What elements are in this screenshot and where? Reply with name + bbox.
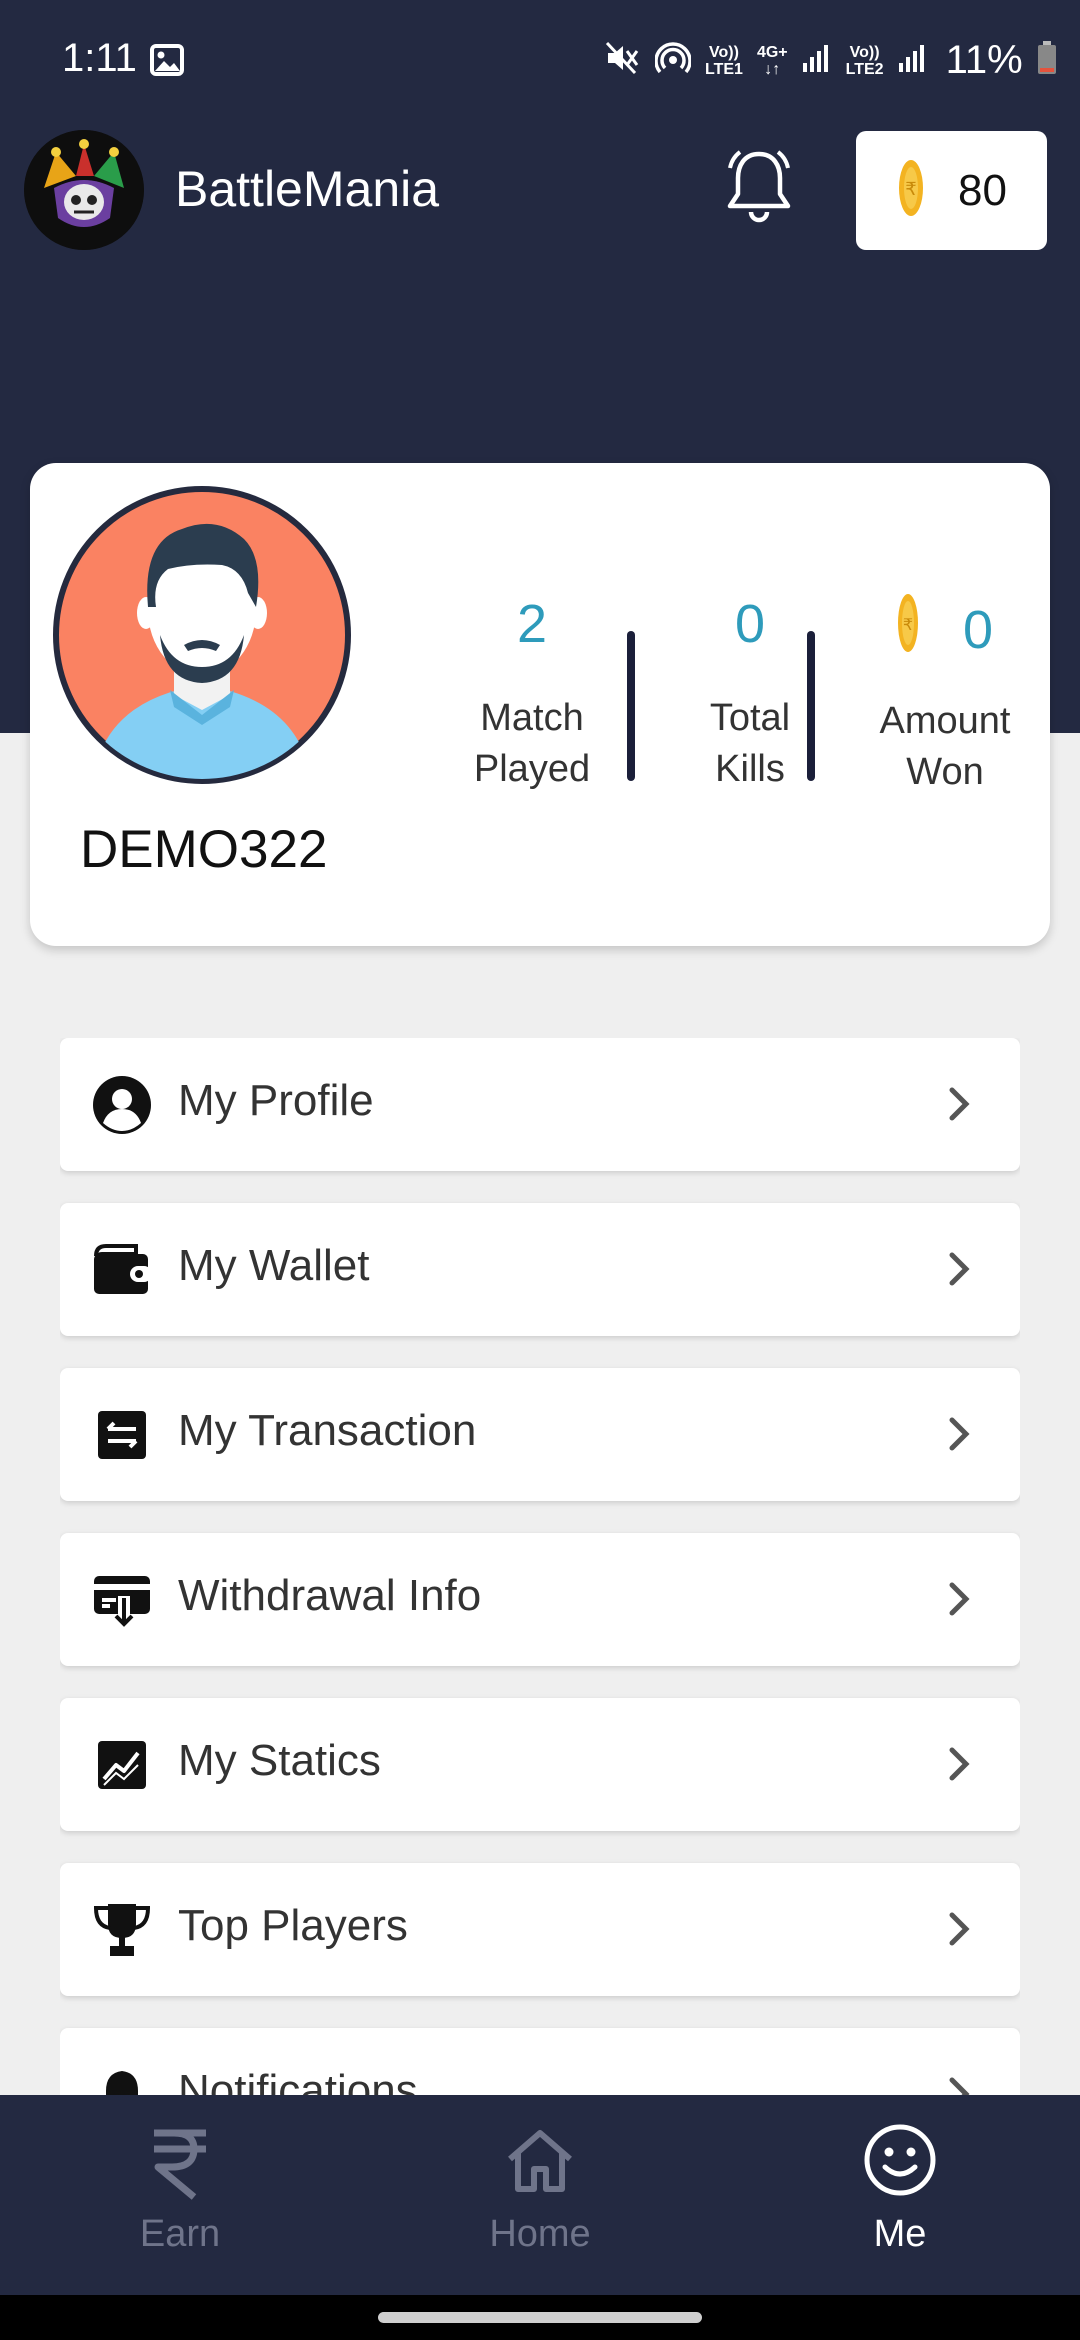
sim1-volte: Vo)) <box>709 43 739 61</box>
nav-label: Earn <box>139 2213 221 2255</box>
stat-value: 0 <box>734 594 766 654</box>
rupee-icon <box>148 2125 212 2206</box>
stat-label: Match Played <box>412 693 652 795</box>
home-icon <box>506 2127 574 2198</box>
menu-item-withdrawal-info[interactable]: Withdrawal Info <box>60 1533 1020 1666</box>
coin-balance[interactable]: ₹ 80 <box>856 131 1047 250</box>
stat-label-line2: Won <box>906 751 984 793</box>
chevron-right-icon <box>944 1084 974 1129</box>
home-gesture-handle[interactable] <box>378 2312 702 2323</box>
menu-item-my-transaction[interactable]: My Transaction <box>60 1368 1020 1501</box>
menu-label: Notifications <box>178 2066 418 2095</box>
sim2-lte: LTE2 <box>845 60 884 78</box>
stat-divider <box>627 631 635 781</box>
sim1-label: Vo)) LTE1 <box>705 44 743 78</box>
app-title: BattleMania <box>175 161 440 217</box>
chevron-right-icon <box>944 1414 974 1459</box>
sim2-volte: Vo)) <box>849 43 880 61</box>
menu-label: My Transaction <box>178 1406 477 1455</box>
chart-icon <box>92 1735 152 1795</box>
signal-icon-2 <box>898 43 928 78</box>
stat-value: 2 <box>516 594 548 654</box>
profile-card: DEMO322 2 Match Played 0 Total Kills ₹ 0… <box>30 463 1050 946</box>
stat-label-line1: Total <box>709 697 791 739</box>
wallet-icon <box>92 1240 152 1300</box>
chevron-right-icon <box>944 1744 974 1789</box>
menu-label: Top Players <box>178 1901 408 1950</box>
user-circle-icon <box>92 1075 152 1135</box>
coin-icon: ₹ <box>898 159 924 222</box>
menu-label: My Statics <box>178 1736 381 1785</box>
menu-item-notifications[interactable]: Notifications <box>60 2028 1020 2095</box>
nav-me[interactable]: Me <box>720 2095 1080 2295</box>
menu-label: Withdrawal Info <box>178 1571 482 1620</box>
withdrawal-icon <box>92 1570 152 1630</box>
stat-value: 0 <box>962 599 994 660</box>
stat-match-played: 2 Match Played <box>412 593 652 795</box>
notification-bell-icon[interactable] <box>722 148 796 233</box>
stat-value-row: ₹ 0 <box>845 593 1045 666</box>
bottom-nav: Earn Home Me <box>0 2095 1080 2295</box>
mute-icon <box>605 41 641 80</box>
stat-label: Amount Won <box>845 696 1045 798</box>
hotspot-icon <box>654 41 692 80</box>
bell-icon <box>92 2065 152 2095</box>
stat-label-line1: Match <box>480 697 584 739</box>
stat-amount-won: ₹ 0 Amount Won <box>845 593 1045 798</box>
menu-label: My Profile <box>178 1076 374 1125</box>
stat-label-line2: Played <box>473 748 591 790</box>
nav-label: Home <box>489 2213 591 2255</box>
menu-label: My Wallet <box>178 1241 370 1290</box>
stat-total-kills: 0 Total Kills <box>650 593 850 795</box>
trophy-icon <box>92 1900 152 1960</box>
stat-divider <box>807 631 815 781</box>
coin-icon: ₹ <box>897 593 919 666</box>
data-arrows-icon: ↓↑ <box>764 60 781 78</box>
signal-icon-1 <box>802 43 832 78</box>
chevron-right-icon <box>944 1249 974 1294</box>
app-logo <box>24 130 144 250</box>
net-type: 4G+ ↓↑ <box>757 44 788 78</box>
nav-label: Me <box>873 2213 927 2255</box>
stat-label-line1: Amount <box>879 700 1011 742</box>
gallery-icon <box>150 44 184 81</box>
smiley-icon <box>863 2123 937 2202</box>
coin-balance-value: 80 <box>958 165 1007 215</box>
status-bar: 1:11 Vo)) LTE1 4G+ ↓↑ Vo)) LTE2 11% <box>0 0 1080 125</box>
net-type-label: 4G+ <box>756 43 788 61</box>
status-time: 1:11 <box>62 36 137 80</box>
nav-home[interactable]: Home <box>360 2095 720 2295</box>
menu-item-top-players[interactable]: Top Players <box>60 1863 1020 1996</box>
sim2-label: Vo)) LTE2 <box>846 44 884 78</box>
chevron-right-icon <box>944 1579 974 1624</box>
chevron-right-icon <box>944 2074 974 2095</box>
menu-item-my-wallet[interactable]: My Wallet <box>60 1203 1020 1336</box>
gesture-bar <box>0 2295 1080 2340</box>
transaction-icon <box>92 1405 152 1465</box>
nav-earn[interactable]: Earn <box>0 2095 360 2295</box>
username: DEMO322 <box>80 820 328 879</box>
chevron-right-icon <box>944 1909 974 1954</box>
menu-item-my-profile[interactable]: My Profile <box>60 1038 1020 1171</box>
stat-label-line2: Kills <box>715 748 785 790</box>
battery-icon <box>1037 41 1057 80</box>
sim1-lte: LTE1 <box>705 60 743 78</box>
menu-item-my-statics[interactable]: My Statics <box>60 1698 1020 1831</box>
battery-percent: 11% <box>945 38 1023 82</box>
svg-text:₹: ₹ <box>905 179 916 200</box>
avatar[interactable] <box>52 485 352 790</box>
svg-text:₹: ₹ <box>903 615 913 634</box>
menu-list[interactable]: My Profile My Wallet My Transaction With… <box>60 1038 1020 2095</box>
stat-label: Total Kills <box>650 693 850 795</box>
